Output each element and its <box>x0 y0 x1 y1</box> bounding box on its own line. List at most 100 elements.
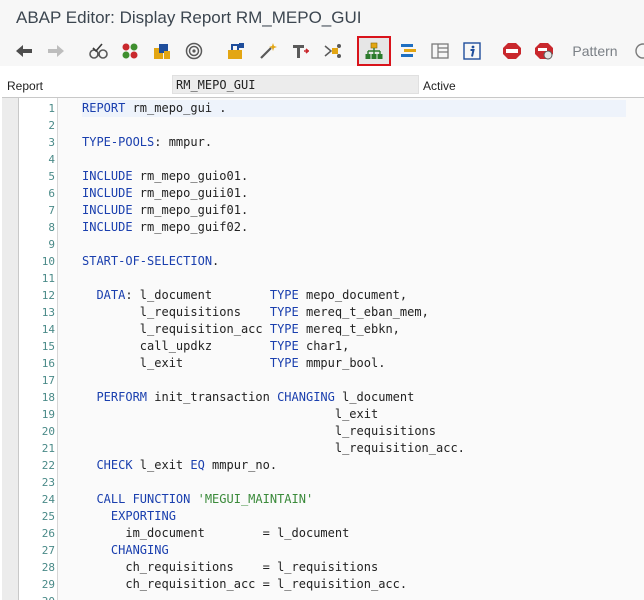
code-text: EXPORTING <box>82 508 176 525</box>
keyword-token: INCLUDE <box>82 169 133 183</box>
code-token: mereq_t_eban_mem, <box>298 305 429 319</box>
window-title: ABAP Editor: Display Report RM_MEPO_GUI <box>16 8 362 27</box>
line-number: 26 <box>41 527 55 540</box>
keyword-token: CHANGING <box>110 543 169 557</box>
code-token: . <box>212 254 220 268</box>
activate-icon[interactable] <box>118 39 142 63</box>
application-toolbar: Pattern <box>0 36 644 66</box>
code-token: l_exit <box>82 356 270 370</box>
navigation-icon[interactable] <box>320 39 344 63</box>
code-line[interactable]: 23 <box>2 474 644 491</box>
where-used-icon[interactable] <box>182 39 206 63</box>
glasses-check-icon[interactable] <box>86 39 110 63</box>
magic-wand-icon[interactable] <box>256 39 280 63</box>
code-line[interactable]: 16 l_exit TYPE mmpur_bool. <box>2 355 644 372</box>
line-number: 23 <box>41 476 55 489</box>
keyword-token: PERFORM <box>96 390 148 404</box>
object-list-icon[interactable] <box>150 39 174 63</box>
display-object-icon[interactable] <box>288 39 312 63</box>
code-text: im_document = l_document <box>82 525 349 542</box>
code-line[interactable]: 26 im_document = l_document <box>2 525 644 542</box>
code-token: : mmpur. <box>154 135 213 149</box>
code-line[interactable]: 5 INCLUDE rm_mepo_guio01. <box>2 168 644 185</box>
code-line[interactable]: 17 <box>2 372 644 389</box>
line-number: 1 <box>48 102 55 115</box>
code-text: DATA: l_document TYPE mepo_document, <box>82 287 407 304</box>
code-line[interactable]: 25 EXPORTING <box>2 508 644 525</box>
breakpoint-session-icon[interactable] <box>500 39 524 63</box>
line-number: 2 <box>48 119 55 132</box>
keyword-token: REPORT <box>82 101 126 115</box>
code-token: l_document <box>334 390 415 404</box>
code-line[interactable]: 15 call_updkz TYPE char1, <box>2 338 644 355</box>
keyword-token: CALL FUNCTION <box>96 492 191 506</box>
keyword-token: EXPORTING <box>110 509 176 523</box>
hierarchy-icon[interactable] <box>357 36 391 66</box>
outline-icon[interactable] <box>396 39 420 63</box>
more-icon[interactable] <box>634 39 644 63</box>
line-number: 18 <box>41 391 55 404</box>
layout-icon[interactable] <box>428 39 452 63</box>
keyword-token: TYPE-POOLS <box>82 135 155 149</box>
line-number: 20 <box>41 425 55 438</box>
code-line[interactable]: 19 l_exit <box>2 406 644 423</box>
line-number: 27 <box>41 544 55 557</box>
code-line[interactable]: 28 ch_requisitions = l_requisitions <box>2 559 644 576</box>
code-text: INCLUDE rm_mepo_guio01. <box>82 168 248 185</box>
line-number: 13 <box>41 306 55 319</box>
code-line[interactable]: 9 <box>2 236 644 253</box>
code-text: CHANGING <box>82 542 169 559</box>
code-editor[interactable]: 1 REPORT rm_mepo_gui . 2 3 TYPE-POOLS: mmpur… <box>2 97 644 600</box>
forward-arrow-icon[interactable] <box>44 39 68 63</box>
code-text: l_requisitions <box>82 423 436 440</box>
code-line[interactable]: 7 INCLUDE rm_mepo_guif01. <box>2 202 644 219</box>
back-arrow-icon[interactable] <box>12 39 36 63</box>
line-number: 8 <box>48 221 55 234</box>
code-line[interactable]: 11 <box>2 270 644 287</box>
code-line[interactable]: 18 PERFORM init_transaction CHANGING l_d… <box>2 389 644 406</box>
code-text: l_requisitions TYPE mereq_t_eban_mem, <box>82 304 429 321</box>
code-text: TYPE-POOLS: mmpur. <box>82 134 212 151</box>
keyword-token: INCLUDE <box>82 186 133 200</box>
line-number: 29 <box>41 578 55 591</box>
code-line[interactable]: 4 <box>2 151 644 168</box>
code-line[interactable]: 3 TYPE-POOLS: mmpur. <box>2 134 644 151</box>
code-line[interactable]: 24 CALL FUNCTION 'MEGUI_MAINTAIN' <box>2 491 644 508</box>
code-line[interactable]: 27 CHANGING <box>2 542 644 559</box>
pattern-button[interactable]: Pattern <box>568 39 622 63</box>
code-token: ch_requisitions = l_requisitions <box>82 560 379 574</box>
line-number: 22 <box>41 459 55 472</box>
code-line[interactable]: 14 l_requisition_acc TYPE mereq_t_ebkn, <box>2 321 644 338</box>
keyword-token: START-OF-SELECTION <box>82 254 213 268</box>
code-line[interactable]: 6 INCLUDE rm_mepo_guii01. <box>2 185 644 202</box>
line-number: 10 <box>41 255 55 268</box>
breakpoint-external-icon[interactable] <box>532 39 556 63</box>
code-line[interactable]: 13 l_requisitions TYPE mereq_t_eban_mem, <box>2 304 644 321</box>
code-line[interactable]: 1 REPORT rm_mepo_gui . <box>2 100 644 117</box>
code-token: mmpur_bool. <box>298 356 386 370</box>
line-number: 4 <box>48 153 55 166</box>
test-icon[interactable] <box>224 39 248 63</box>
info-icon[interactable] <box>460 39 484 63</box>
line-number: 25 <box>41 510 55 523</box>
code-text: INCLUDE rm_mepo_guii01. <box>82 185 248 202</box>
code-token: : l_document <box>125 288 270 302</box>
program-name-field[interactable]: RM_MEPO_GUI <box>172 75 419 94</box>
code-line[interactable]: 12 DATA: l_document TYPE mepo_document, <box>2 287 644 304</box>
code-line[interactable]: 22 CHECK l_exit EQ mmpur_no. <box>2 457 644 474</box>
code-line[interactable]: 20 l_requisitions <box>2 423 644 440</box>
code-line[interactable]: 29 ch_requisition_acc = l_requisition_ac… <box>2 576 644 593</box>
code-token: l_requisition_acc <box>82 322 270 336</box>
line-number: 21 <box>41 442 55 455</box>
code-line[interactable]: 21 l_requisition_acc. <box>2 440 644 457</box>
code-line[interactable]: 10 START-OF-SELECTION. <box>2 253 644 270</box>
code-text: l_requisition_acc. <box>82 440 465 457</box>
code-line[interactable]: 2 <box>2 117 644 134</box>
code-line[interactable]: 8 INCLUDE rm_mepo_guif02. <box>2 219 644 236</box>
program-header: Report RM_MEPO_GUI Active <box>0 74 644 96</box>
code-text: call_updkz TYPE char1, <box>82 338 350 355</box>
code-text: REPORT rm_mepo_gui . <box>82 100 227 117</box>
